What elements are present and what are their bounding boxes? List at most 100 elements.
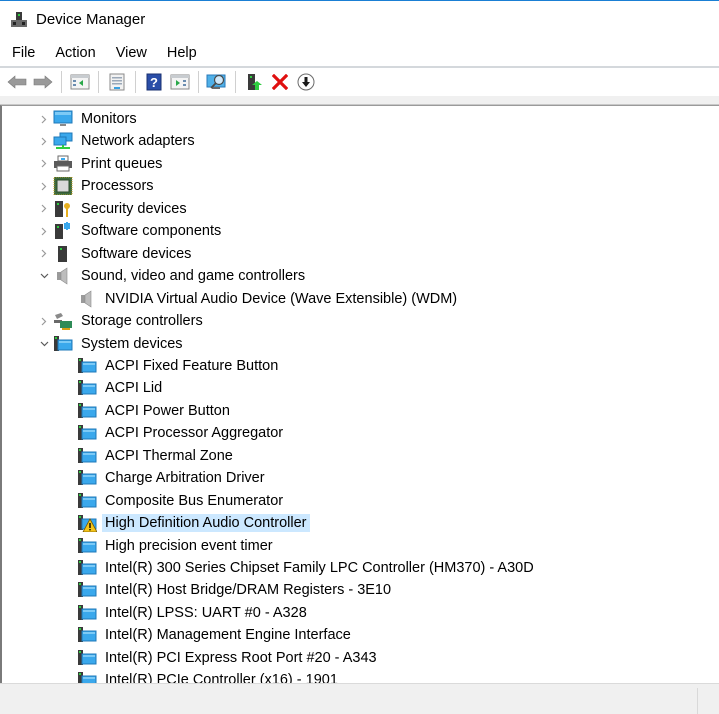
- tree-category[interactable]: Storage controllers: [41, 310, 206, 332]
- tree-item-label: Print queues: [81, 155, 163, 172]
- tree-category[interactable]: Print queues: [41, 153, 165, 175]
- tree-item-label: Intel(R) Management Engine Interface: [105, 627, 351, 644]
- warning-device-icon: [77, 514, 98, 533]
- properties-icon: [109, 73, 125, 91]
- title-bar: Device Manager: [0, 1, 719, 38]
- toolbar-separator: [61, 71, 62, 93]
- tree-item-label: Storage controllers: [81, 313, 203, 330]
- tree-device-item[interactable]: Intel(R) 300 Series Chipset Family LPC C…: [77, 557, 537, 579]
- tree-category[interactable]: Security devices: [41, 198, 190, 220]
- forward-button[interactable]: [32, 71, 54, 93]
- back-button[interactable]: [6, 71, 28, 93]
- tree-device-item[interactable]: Intel(R) Management Engine Interface: [77, 624, 354, 646]
- arrow-left-icon: [7, 75, 27, 89]
- tree-category[interactable]: Software components: [41, 220, 224, 242]
- help-icon: ?: [146, 73, 162, 91]
- tree-item-label: ACPI Fixed Feature Button: [105, 357, 279, 374]
- security-device-icon: [53, 200, 73, 218]
- help-button[interactable]: ?: [143, 71, 165, 93]
- speaker-icon: [77, 290, 97, 308]
- tree-item-label: NVIDIA Virtual Audio Device (Wave Extens…: [105, 290, 458, 307]
- system-device-icon: [77, 357, 97, 375]
- processor-icon: [53, 176, 73, 196]
- arrow-right-icon: [33, 75, 53, 89]
- tree-item-label: Charge Arbitration Driver: [105, 470, 265, 487]
- show-hide-console-tree-button[interactable]: [69, 71, 91, 93]
- chevron-right-icon[interactable]: [38, 180, 50, 192]
- chevron-right-icon[interactable]: [38, 248, 50, 260]
- tree-item-label: Monitors: [81, 111, 137, 127]
- tree-device-item[interactable]: Intel(R) LPSS: UART #0 - A328: [77, 602, 310, 624]
- system-device-icon: [77, 379, 97, 397]
- chevron-right-icon[interactable]: [38, 203, 50, 215]
- system-device-icon: [77, 626, 97, 644]
- tree-item-label: Software devices: [81, 245, 192, 262]
- window-title: Device Manager: [36, 11, 146, 28]
- tree-device-item[interactable]: ACPI Thermal Zone: [77, 445, 236, 467]
- properties-button[interactable]: [106, 71, 128, 93]
- tree-category[interactable]: Network adapters: [41, 130, 198, 152]
- tree-device-item[interactable]: ACPI Power Button: [77, 400, 233, 422]
- monitor-icon: [53, 110, 73, 128]
- tree-item-label: System devices: [81, 335, 183, 352]
- system-device-icon: [53, 335, 73, 353]
- tree-item-label: Intel(R) Host Bridge/DRAM Registers - 3E…: [105, 582, 392, 599]
- tree-device-item[interactable]: Intel(R) PCI Express Root Port #20 - A34…: [77, 647, 380, 669]
- menu-help[interactable]: Help: [157, 40, 207, 66]
- tree-device-item[interactable]: High Definition Audio Controller: [77, 512, 310, 534]
- tree-item-label: Processors: [81, 178, 154, 195]
- system-device-icon: [77, 671, 97, 683]
- show-action-pane-button[interactable]: [169, 71, 191, 93]
- tree-item-label: Sound, video and game controllers: [81, 268, 306, 285]
- chevron-right-icon[interactable]: [38, 225, 50, 237]
- status-bar-divider: [697, 688, 698, 714]
- update-driver-button[interactable]: [243, 71, 265, 93]
- tree-category[interactable]: System devices: [40, 333, 186, 355]
- tree-device-item[interactable]: Charge Arbitration Driver: [77, 467, 268, 489]
- chevron-down-icon[interactable]: [38, 338, 50, 350]
- svg-text:?: ?: [150, 75, 158, 90]
- tree-device-item[interactable]: ACPI Processor Aggregator: [77, 422, 286, 444]
- tree-device-item[interactable]: NVIDIA Virtual Audio Device (Wave Extens…: [77, 288, 460, 310]
- chevron-right-icon[interactable]: [38, 135, 50, 147]
- system-device-icon: [77, 402, 97, 420]
- system-device-icon: [77, 604, 97, 622]
- tree-category[interactable]: Software devices: [41, 243, 194, 265]
- toolbar-separator: [98, 71, 99, 93]
- chevron-right-icon[interactable]: [38, 158, 50, 170]
- tree-item-label: Composite Bus Enumerator: [105, 492, 284, 509]
- device-tree[interactable]: Monitors Network adapters Print queues Proc…: [0, 105, 719, 683]
- chevron-down-icon[interactable]: [38, 270, 50, 282]
- disable-device-button[interactable]: [295, 71, 317, 93]
- software-component-icon: [53, 222, 73, 240]
- chevron-right-icon[interactable]: [38, 315, 50, 327]
- tree-device-item[interactable]: ACPI Lid: [77, 377, 165, 399]
- system-device-icon: [77, 492, 97, 510]
- toolbar-separator: [235, 71, 236, 93]
- tree-item-label: Intel(R) PCI Express Root Port #20 - A34…: [105, 649, 377, 666]
- tree-device-item[interactable]: ACPI Fixed Feature Button: [77, 355, 281, 377]
- tree-category[interactable]: Processors: [41, 175, 157, 197]
- console-tree-icon: [70, 74, 90, 90]
- uninstall-device-button[interactable]: [269, 71, 291, 93]
- tree-category[interactable]: Monitors: [41, 108, 140, 130]
- system-device-icon: [77, 649, 97, 667]
- tree-device-item[interactable]: Intel(R) Host Bridge/DRAM Registers - 3E…: [77, 579, 394, 601]
- network-icon: [53, 132, 73, 150]
- tree-category[interactable]: Sound, video and game controllers: [40, 265, 308, 287]
- action-pane-icon: [170, 74, 190, 90]
- tree-device-item[interactable]: Intel(R) PCIe Controller (x16) - 1901: [77, 669, 341, 683]
- system-device-icon: [77, 424, 97, 442]
- tree-device-item[interactable]: High precision event timer: [77, 535, 276, 557]
- scan-hardware-changes-button[interactable]: [206, 71, 228, 93]
- tree-device-item[interactable]: Composite Bus Enumerator: [77, 490, 286, 512]
- tree-item-label: High Definition Audio Controller: [102, 514, 310, 533]
- update-driver-icon: [248, 74, 262, 90]
- menu-view[interactable]: View: [106, 40, 157, 66]
- menu-file[interactable]: File: [0, 40, 45, 66]
- tree-item-label: Intel(R) PCIe Controller (x16) - 1901: [105, 672, 338, 683]
- tree-item-label: Intel(R) LPSS: UART #0 - A328: [105, 604, 307, 621]
- menu-action[interactable]: Action: [45, 40, 105, 66]
- chevron-right-icon[interactable]: [38, 113, 50, 125]
- toolbar: ?: [0, 68, 719, 96]
